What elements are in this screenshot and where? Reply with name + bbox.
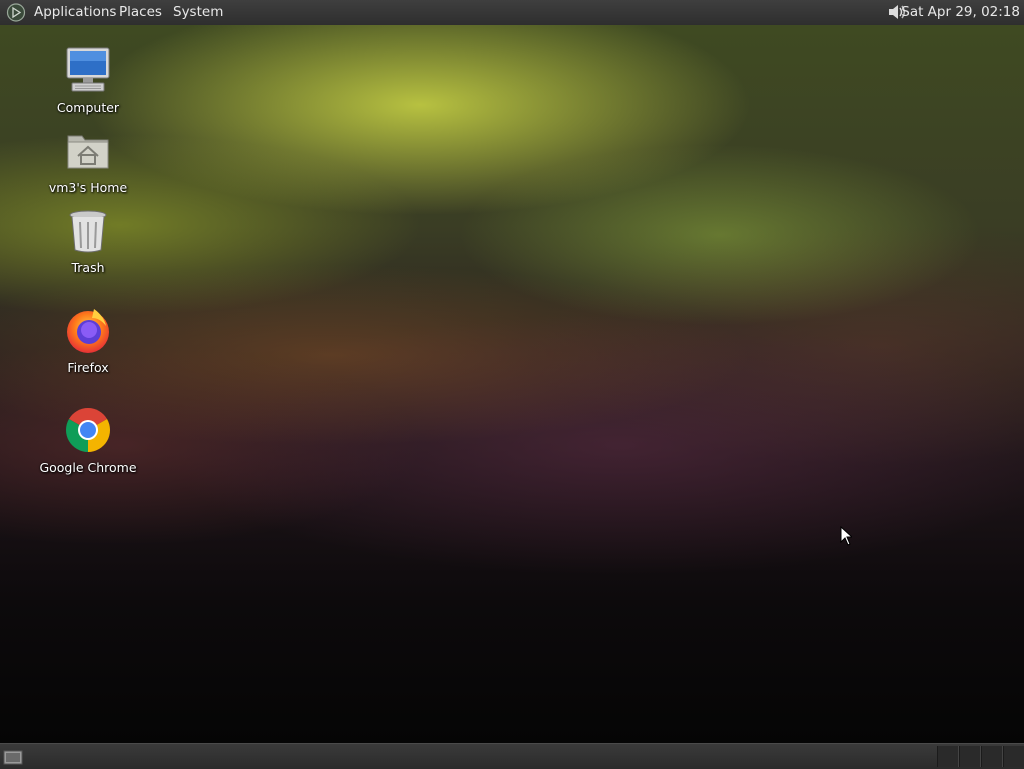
desktop-background[interactable]: Computer vm3's Home Trash Firefox Google… [0,25,1024,743]
desktop-icon-label: Trash [71,260,105,275]
firefox-icon [67,309,109,353]
applications-menu[interactable]: Applications [34,3,116,22]
places-menu[interactable]: Places [119,3,162,22]
desktop-icon-trash[interactable]: Trash [28,206,148,275]
top-panel: Applications Places System Sat Apr 29, 0… [0,0,1024,26]
desktop-icon-computer[interactable]: Computer [28,46,148,115]
desktop-icon-firefox[interactable]: Firefox [28,306,148,375]
mouse-cursor-icon [840,526,852,546]
workspace-3[interactable] [981,746,1003,767]
workspace-1[interactable] [937,746,959,767]
gnome-foot-logo-icon[interactable] [6,3,26,22]
system-menu[interactable]: System [173,3,223,22]
desktop-icon-label: Firefox [67,360,109,375]
bottom-panel [0,743,1024,769]
desktop-icon-home[interactable]: vm3's Home [28,126,148,195]
computer-monitor-icon [66,47,110,92]
desktop-icon-label: vm3's Home [48,180,128,195]
chrome-icon [66,408,110,452]
home-folder-icon [67,135,109,169]
clock[interactable]: Sat Apr 29, 02:18 [901,3,1020,22]
desktop-icon-google-chrome[interactable]: Google Chrome [28,406,148,475]
desktop-icon-label: Google Chrome [39,460,137,475]
workspace-4[interactable] [1003,746,1024,767]
show-desktop-icon[interactable] [3,749,23,765]
desktop-icon-label: Computer [56,100,120,115]
workspace-2[interactable] [959,746,981,767]
trash-can-icon [69,210,107,253]
